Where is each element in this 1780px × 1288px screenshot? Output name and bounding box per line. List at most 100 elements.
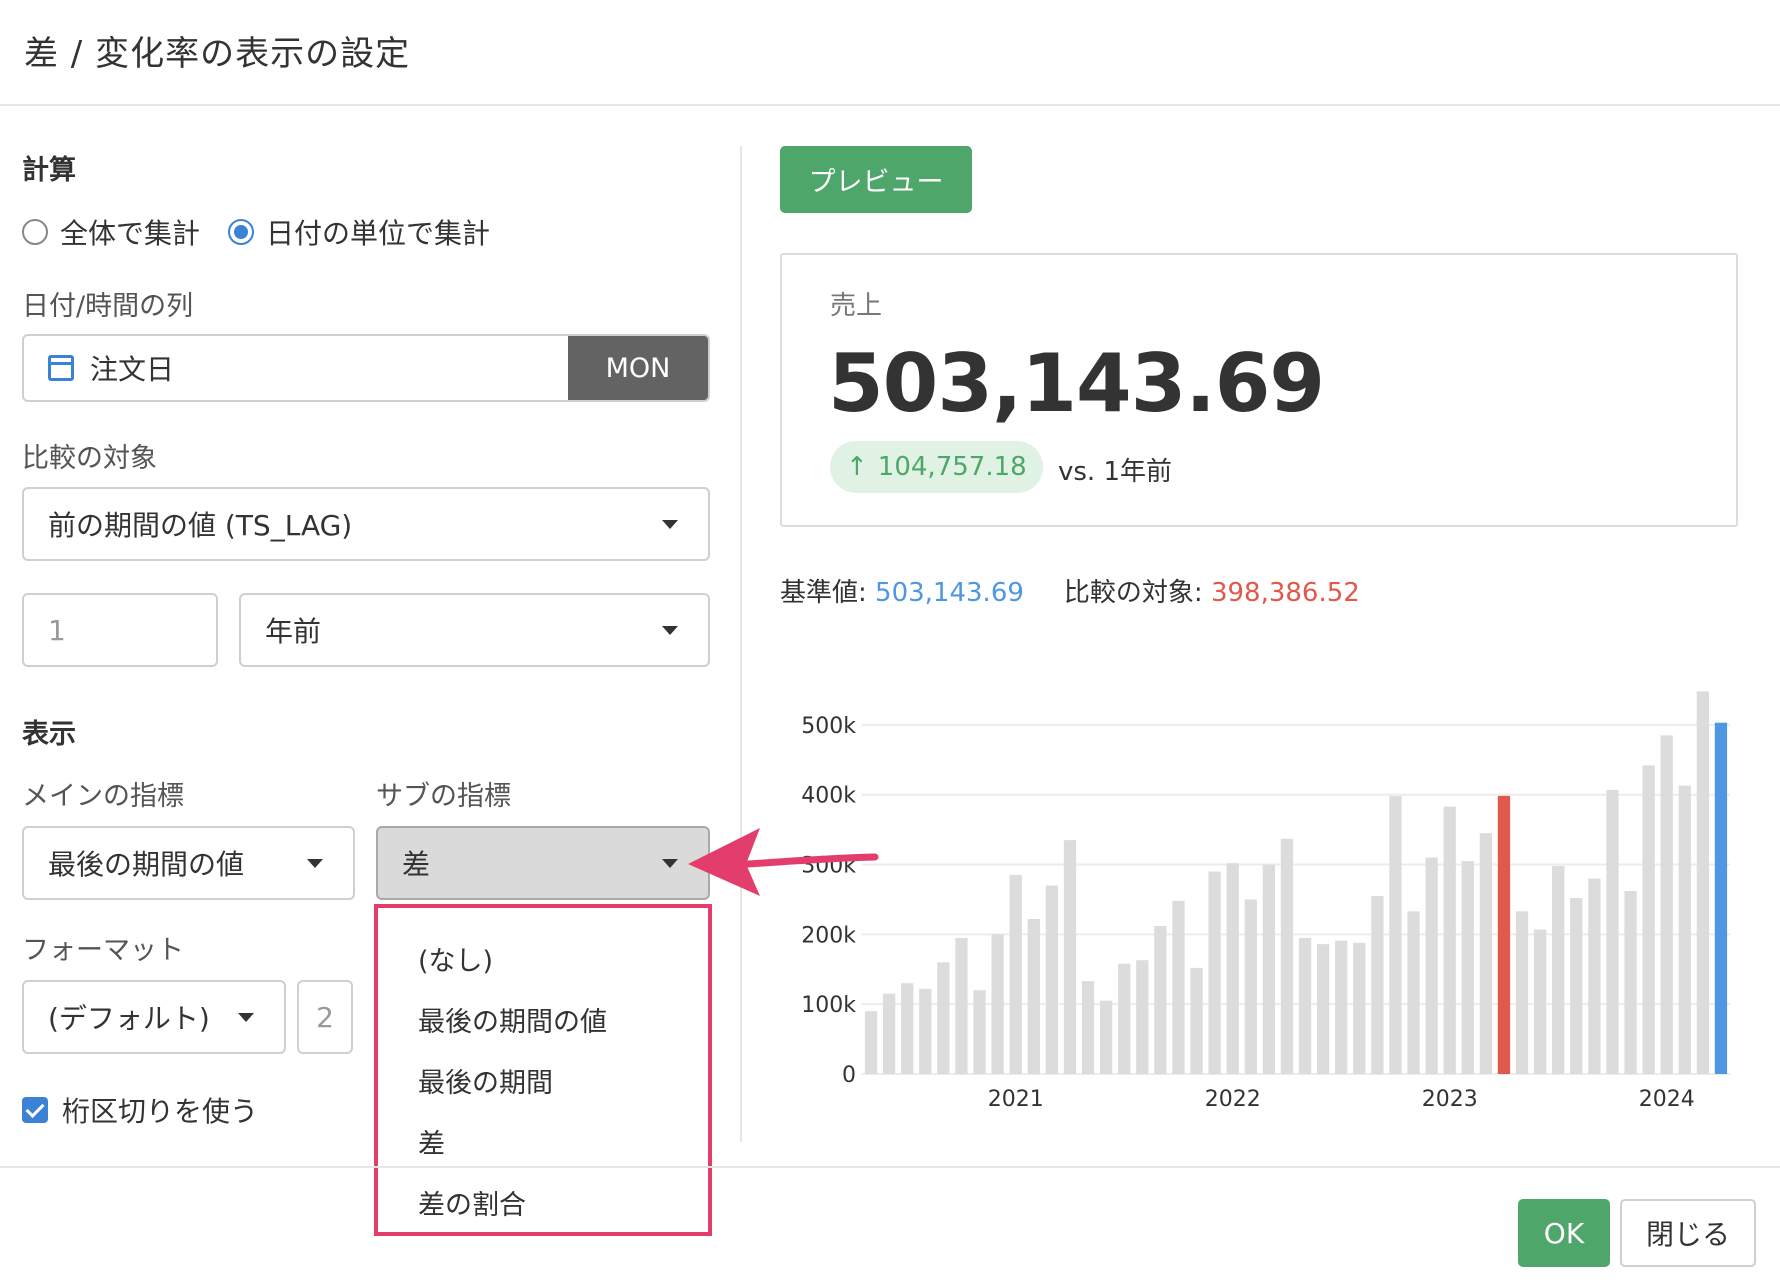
- date-column-field[interactable]: 注文日 MON: [22, 334, 710, 402]
- chart-bar: [1027, 919, 1040, 1074]
- chart-bar: [1389, 796, 1402, 1074]
- decimals-input[interactable]: 2: [297, 980, 353, 1054]
- y-tick-label: 400k: [801, 784, 856, 809]
- chart-bar: [1570, 898, 1583, 1074]
- chart-bar: [1118, 963, 1131, 1074]
- y-tick-label: 500k: [801, 714, 856, 739]
- sub-metric-dropdown-menu: (なし) 最後の期間の値 最後の期間 差 差の割合: [374, 904, 712, 1236]
- main-metric-value: 最後の期間の値: [48, 848, 245, 881]
- base-label: 基準値:: [780, 578, 876, 608]
- radio-aggregate-all[interactable]: 全体で集計: [22, 212, 200, 252]
- base-value: 503,143.69: [875, 578, 1024, 608]
- ok-button[interactable]: OK: [1518, 1199, 1610, 1267]
- format-label: フォーマット: [22, 935, 184, 966]
- offset-value: 1: [48, 613, 66, 647]
- kpi-compare-text: vs. 1年前: [1058, 457, 1173, 487]
- kpi-label: 売上: [830, 291, 883, 321]
- kpi-delta-value: 104,757.18: [877, 452, 1027, 482]
- chart-bar-base: [1714, 722, 1728, 1074]
- x-tick-label: 2024: [1639, 1087, 1695, 1112]
- chart-bar: [1660, 735, 1673, 1074]
- annotation-arrow-icon: [688, 828, 879, 896]
- footer-divider: [0, 1166, 1780, 1168]
- offset-unit-value: 年前: [265, 615, 322, 648]
- main-metric-label: メインの指標: [22, 781, 184, 812]
- compare-label: 比較の対象:: [1063, 578, 1211, 608]
- chevron-down-icon: [307, 858, 323, 868]
- format-value: (デフォルト): [48, 1002, 210, 1035]
- date-column-value: 注文日: [90, 353, 175, 386]
- chart-bar: [1696, 691, 1710, 1074]
- chart-bar: [1280, 838, 1294, 1074]
- chart-bar: [1642, 765, 1655, 1074]
- chart-bar: [1425, 857, 1438, 1074]
- comparison-label: 比較の対象: [22, 443, 157, 474]
- chart-bar: [1533, 929, 1547, 1074]
- chevron-down-icon: [238, 1012, 254, 1022]
- preview-bar-chart: 0100k200k300k400k500k2021 2022 2023 2024: [801, 691, 1730, 1112]
- chevron-down-icon: [662, 625, 678, 635]
- thousands-separator-checkbox[interactable]: 桁区切りを使う: [22, 1090, 258, 1130]
- radio-circle-unchecked[interactable]: [22, 219, 48, 245]
- chart-bar: [1262, 864, 1276, 1074]
- chart-bar-comparison: [1497, 795, 1511, 1074]
- chart-bar: [937, 962, 950, 1074]
- chart-bar: [1588, 878, 1601, 1074]
- chart-bar: [1063, 840, 1077, 1074]
- dropdown-option-none[interactable]: (なし): [378, 928, 708, 989]
- main-metric-select[interactable]: 最後の期間の値: [22, 826, 355, 900]
- dropdown-option-last-period[interactable]: 最後の期間: [378, 1050, 708, 1111]
- chart-bar: [1226, 863, 1239, 1074]
- chart-bar: [1678, 785, 1691, 1074]
- chart-bar: [1624, 891, 1637, 1074]
- format-select[interactable]: (デフォルト): [22, 980, 286, 1054]
- chart-bar: [1353, 942, 1366, 1074]
- kpi-delta-badge: ↑ 104,757.18: [830, 441, 1043, 493]
- compare-value: 398,386.52: [1210, 578, 1360, 608]
- decimals-value: 2: [316, 1000, 334, 1034]
- dropdown-option-difference[interactable]: 差: [378, 1111, 708, 1172]
- dropdown-option-last-period-value[interactable]: 最後の期間の値: [378, 989, 708, 1050]
- date-column-label: 日付/時間の列: [22, 291, 194, 322]
- chart-bar: [1045, 885, 1059, 1074]
- chart-bar: [1208, 871, 1221, 1074]
- thousands-separator-label: 桁区切りを使う: [62, 1095, 259, 1128]
- offset-value-input[interactable]: 1: [22, 593, 218, 667]
- chart-bar: [1099, 1000, 1113, 1074]
- x-tick-label: 2022: [1205, 1087, 1261, 1112]
- chart-bar: [1552, 865, 1565, 1074]
- chart-bar: [1515, 911, 1529, 1074]
- kpi-value: 503,143.69: [828, 337, 1325, 430]
- dropdown-option-difference-ratio[interactable]: 差の割合: [378, 1172, 708, 1233]
- chart-bar: [1009, 875, 1022, 1074]
- x-tick-label: 2021: [988, 1087, 1044, 1112]
- date-unit-button[interactable]: MON: [568, 336, 708, 400]
- header-divider: [0, 104, 1780, 106]
- chart-bar: [955, 937, 968, 1074]
- calculation-section-label: 計算: [22, 155, 76, 186]
- y-tick-label: 0: [842, 1063, 856, 1088]
- comparison-select[interactable]: 前の期間の値 (TS_LAG): [22, 487, 710, 561]
- offset-unit-select[interactable]: 年前: [239, 593, 710, 667]
- chart-bar: [901, 983, 914, 1074]
- chart-bar: [991, 934, 1004, 1074]
- chart-bar: [1298, 937, 1312, 1074]
- chart-bar: [1316, 944, 1330, 1074]
- chart-bar: [1172, 900, 1185, 1074]
- sub-metric-select[interactable]: 差: [376, 826, 710, 900]
- y-tick-label: 200k: [801, 923, 856, 948]
- y-tick-label: 100k: [801, 993, 856, 1018]
- radio-label: 日付の単位で集計: [266, 217, 491, 250]
- radio-circle-checked[interactable]: [228, 219, 254, 245]
- chart-bar: [1136, 960, 1149, 1074]
- preview-button[interactable]: プレビュー: [780, 146, 972, 213]
- display-section-label: 表示: [22, 719, 76, 750]
- chart-bar: [1154, 925, 1167, 1074]
- chart-bar: [1479, 833, 1493, 1074]
- radio-aggregate-by-date[interactable]: 日付の単位で集計: [228, 212, 490, 252]
- close-button[interactable]: 閉じる: [1620, 1199, 1756, 1267]
- kpi-card: 売上 503,143.69 ↑ 104,757.18 vs. 1年前: [780, 253, 1738, 527]
- chart-bar: [1371, 895, 1384, 1074]
- calendar-icon: [48, 355, 74, 381]
- checkbox-checked-icon[interactable]: [22, 1097, 48, 1123]
